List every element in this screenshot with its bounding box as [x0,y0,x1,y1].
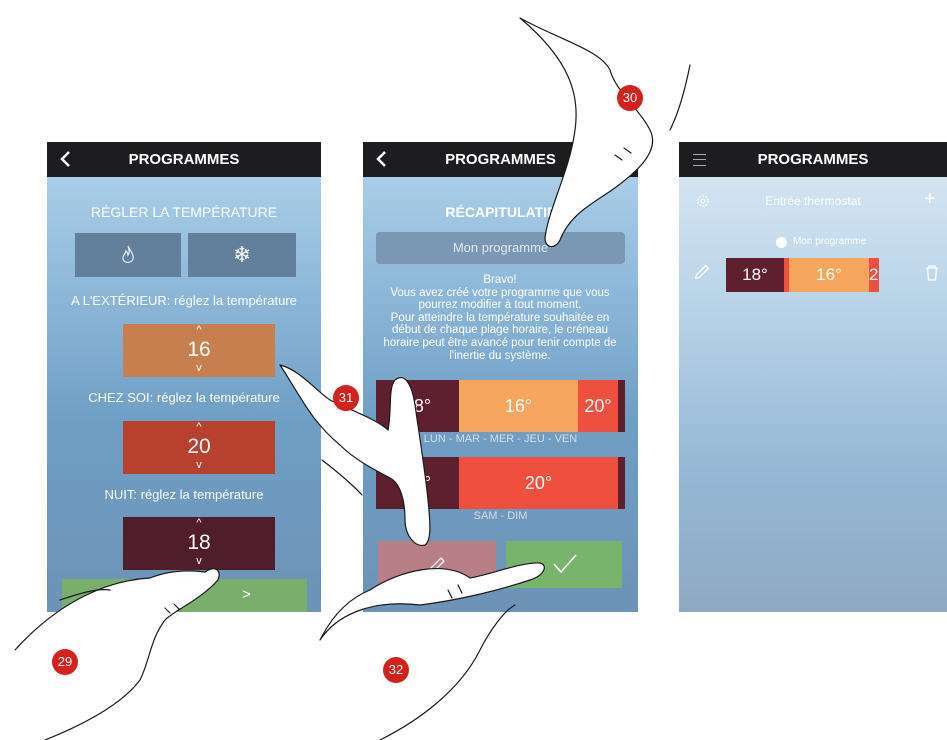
schedule-segment: 18° [376,457,459,509]
section-heading: RÉCAPITULATIF [445,204,556,220]
home-temperature-value: 20 [187,435,211,458]
pencil-icon[interactable] [693,263,711,281]
check-icon [553,554,577,574]
night-temperature-value: 18 [187,531,211,554]
home-temperature-stepper[interactable]: ^ 20 v [123,421,275,474]
page-title: PROGRAMMES [757,151,869,168]
flame-icon [122,245,134,263]
program-name-field[interactable]: Mon programme [376,232,625,264]
trash-icon[interactable] [924,264,940,282]
program-schedule-bar[interactable]: 18° 16° 20° [726,258,879,292]
chevron-right-icon: > [242,586,251,603]
top-bar: PROGRAMMES [363,142,638,177]
callout-32: 32 [383,657,409,683]
schedule-segment: 18° [726,258,784,292]
add-icon[interactable]: + [924,188,936,211]
page-title: PROGRAMMES [128,151,240,168]
top-bar: PROGRAMMES [47,142,321,177]
outside-temperature-label: A L'EXTÉRIEUR: réglez la température [71,293,297,308]
schedule-segment-end [618,380,625,432]
callout-31: 31 [333,385,359,411]
confirm-button[interactable] [506,541,622,588]
chevron-up-icon[interactable]: ^ [123,517,275,529]
weekend-label: SAM - DIM [473,510,528,522]
schedule-segment: 18° [376,380,459,432]
night-temperature-label: NUIT: réglez la température [104,487,264,502]
section-heading: RÉGLER LA TEMPÉRATURE [90,204,278,220]
top-bar: PROGRAMMES [679,142,947,177]
schedule-segment: 16° [789,258,869,292]
schedule-segment: 20° [869,258,879,292]
next-button[interactable]: > [62,579,307,612]
callout-29: 29 [52,649,78,675]
night-temperature-stepper[interactable]: ^ 18 v [123,517,275,570]
schedule-segment: 20° [578,380,618,432]
chevron-down-icon[interactable]: v [123,459,275,471]
heating-mode-button[interactable] [75,233,181,277]
callout-30: 30 [617,85,643,111]
weekend-schedule-bar[interactable]: 18° 20° [376,457,625,509]
outside-temperature-stepper[interactable]: ^ 16 v [123,324,275,377]
screen-program-list: PROGRAMMES Entrée thermostat + Mon progr… [679,142,947,612]
home-temperature-label: CHEZ SOI: réglez la température [88,390,280,405]
schedule-segment-end [618,457,625,509]
weekday-label: LUN - MAR - MER - JEU - VEN [423,433,578,445]
pencil-icon [429,557,445,573]
screen-set-temperature: PROGRAMMES RÉGLER LA TEMPÉRATURE ❄ A L'E… [47,142,321,612]
summary-message-line: Vous avez créé votre programme que vous … [390,286,610,312]
schedule-segment: 16° [459,380,578,432]
screen-summary: PROGRAMMES RÉCAPITULATIF Mon programme B… [363,142,638,612]
radio-selected-icon[interactable] [776,237,787,248]
thermostat-name: Entrée thermostat [765,194,861,208]
summary-message-line: Pour atteindre la température souhaitée … [383,311,617,362]
outside-temperature-value: 16 [187,338,211,361]
chevron-down-icon[interactable]: v [123,555,275,567]
chevron-up-icon[interactable]: ^ [123,421,275,433]
edit-button[interactable] [378,541,496,588]
program-name: Mon programme [793,236,867,247]
chevron-up-icon[interactable]: ^ [123,324,275,336]
cooling-mode-button[interactable]: ❄ [188,233,296,277]
schedule-segment: 20° [459,457,618,509]
chevron-down-icon[interactable]: v [123,362,275,374]
summary-message-line: Bravo! [483,274,517,286]
weekday-schedule-bar[interactable]: 18° 16° 20° [376,380,625,432]
summary-message: Bravo! Vous avez créé votre programme que… [375,274,625,362]
snowflake-icon: ❄ [232,242,252,267]
page-title: PROGRAMMES [445,151,556,168]
